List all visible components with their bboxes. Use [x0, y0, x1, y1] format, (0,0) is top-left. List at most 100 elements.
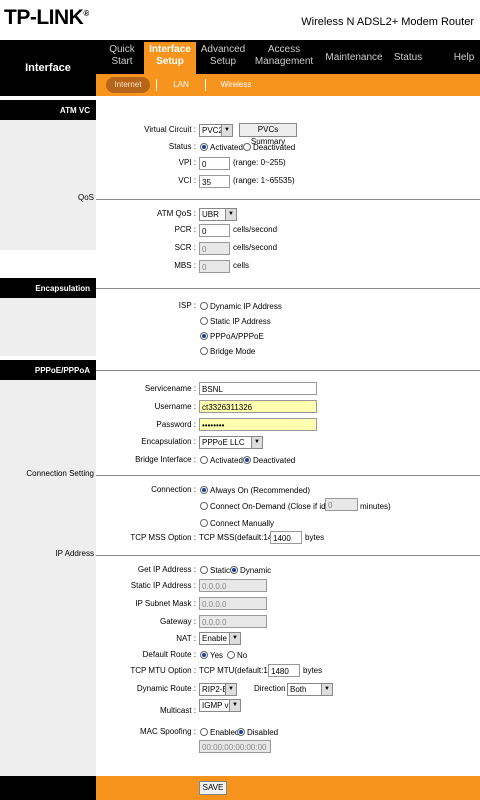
mtu-bytes-label: bytes [303, 666, 323, 675]
multicast-label: Multicast : [159, 706, 196, 715]
direction-select[interactable]: Both ▼ [287, 683, 333, 696]
conn-manual-radio[interactable] [200, 519, 208, 527]
vpi-input[interactable]: 0 [199, 157, 230, 170]
route-yes-label: Yes [210, 651, 224, 660]
sub-divider [156, 79, 157, 91]
isp-static-radio[interactable] [200, 317, 208, 325]
deactivated-label: Deactivated [253, 143, 296, 152]
isp-label: ISP : [178, 301, 196, 310]
vci-input[interactable]: 35 [199, 175, 230, 188]
dynamic-route-select[interactable]: RIP2-B ▼ [199, 683, 237, 696]
route-no-radio[interactable] [227, 651, 235, 659]
tcp-mss-input[interactable]: 1400 [270, 531, 302, 544]
conn-on-demand-radio[interactable] [200, 502, 208, 510]
mac-disabled-radio[interactable] [237, 728, 245, 736]
vci-label: VCI : [178, 176, 196, 185]
ip-dynamic-label: Dynamic [240, 566, 272, 575]
tcp-mtu-label: TCP MTU Option : [130, 666, 196, 675]
chevron-down-icon: ▼ [221, 125, 232, 136]
atm-qos-label: ATM QoS : [157, 209, 196, 218]
mac-address-input[interactable]: 00:00:00:00:00:00 [199, 740, 271, 753]
footer-left [0, 776, 96, 800]
status-activated-radio[interactable] [200, 143, 208, 151]
pcr-input[interactable]: 0 [199, 224, 230, 237]
nav-access-management[interactable]: Access Management [252, 44, 316, 74]
chevron-down-icon: ▼ [229, 633, 240, 644]
isp-dynamic-radio[interactable] [200, 302, 208, 310]
gateway-input[interactable]: 0.0.0.0 [199, 615, 267, 628]
divider [96, 475, 480, 476]
subnet-mask-input[interactable]: 0.0.0.0 [199, 597, 267, 610]
section-qos: QoS [77, 193, 94, 202]
multicast-select[interactable]: IGMP v1 ▼ [199, 699, 241, 712]
bridge-activated-label: Activated [210, 456, 243, 465]
section-title: Interface [25, 62, 71, 74]
product-name: Wireless N ADSL2+ Modem Router [301, 16, 474, 28]
isp-bridge-radio[interactable] [200, 347, 208, 355]
ip-static-label: Static [210, 566, 231, 575]
section-encapsulation: Encapsulation [0, 278, 96, 298]
mss-bytes-label: bytes [305, 533, 325, 542]
ip-static-radio[interactable] [200, 566, 208, 574]
section-ip-address: IP Address [55, 549, 94, 558]
activated-label: Activated [210, 143, 243, 152]
chevron-down-icon: ▼ [225, 209, 236, 220]
tcp-mtu-input[interactable]: 1480 [268, 664, 300, 677]
gateway-label: Gateway : [159, 617, 196, 626]
nav-maintenance[interactable]: Maintenance [322, 44, 386, 74]
dynamic-route-label: Dynamic Route : [136, 684, 196, 693]
nat-select[interactable]: Enable ▼ [199, 632, 241, 645]
nav-status[interactable]: Status [388, 44, 428, 74]
virtual-circuit-select[interactable]: PVC2 ▼ [199, 124, 233, 137]
section-connection-setting: Connection Setting [26, 469, 94, 478]
conn-always-on-radio[interactable] [200, 486, 208, 494]
mac-enabled-radio[interactable] [200, 728, 208, 736]
divider [96, 370, 480, 371]
sub-nav-bar [96, 74, 480, 96]
bridge-deactivated-radio[interactable] [243, 456, 251, 464]
save-button[interactable]: SAVE [199, 781, 227, 795]
isp-pppoe-radio[interactable] [200, 332, 208, 340]
subtab-wireless[interactable]: Wireless [214, 77, 258, 93]
encapsulation-select[interactable]: PPPoE LLC ▼ [199, 436, 263, 449]
password-input[interactable]: •••••••• [199, 418, 317, 431]
ip-dynamic-radio[interactable] [230, 566, 238, 574]
isp-bridge-label: Bridge Mode [210, 347, 256, 356]
sub-divider [205, 79, 206, 91]
idle-time-input[interactable]: 0 [325, 498, 358, 511]
servicename-label: Servicename : [144, 384, 196, 393]
pcr-unit: cells/second [233, 225, 278, 234]
section-pppoe: PPPoE/PPPoA [0, 360, 96, 380]
conn-on-demand-label: Connect On-Demand (Close if idle for [210, 502, 344, 511]
subtab-lan[interactable]: LAN [164, 77, 198, 93]
username-input[interactable]: ct3326311326 [199, 400, 317, 413]
vci-range: (range: 1~65535) [233, 176, 295, 185]
servicename-input[interactable]: BSNL [199, 382, 317, 395]
divider [96, 199, 480, 200]
chevron-down-icon: ▼ [321, 684, 332, 695]
section-atm-vc: ATM VC [0, 100, 96, 120]
username-label: Username : [154, 402, 196, 411]
mbs-input[interactable]: 0 [199, 260, 230, 273]
atm-qos-select[interactable]: UBR ▼ [199, 208, 237, 221]
vc-label: Virtual Circuit : [144, 125, 196, 134]
route-yes-radio[interactable] [200, 651, 208, 659]
bridge-activated-radio[interactable] [200, 456, 208, 464]
nav-interface-setup[interactable]: Interface Setup [144, 42, 196, 74]
nav-advanced-setup[interactable]: Advanced Setup [198, 44, 248, 74]
pvc-summary-button[interactable]: PVCs Summary [239, 123, 297, 146]
status-deactivated-radio[interactable] [243, 143, 251, 151]
scr-unit: cells/second [233, 243, 278, 252]
encapsulation-label: Encapsulation : [141, 437, 196, 446]
scr-input[interactable]: 0 [199, 242, 230, 255]
bridge-deactivated-label: Deactivated [253, 456, 296, 465]
chevron-down-icon: ▼ [251, 437, 262, 448]
chevron-down-icon: ▼ [229, 700, 240, 711]
status-label: Status : [168, 142, 196, 151]
tcp-mss-label: TCP MSS Option : [130, 533, 196, 542]
subtab-internet[interactable]: Internet [106, 77, 150, 93]
nav-quick-start[interactable]: Quick Start [100, 44, 144, 74]
default-route-label: Default Route : [142, 650, 196, 659]
nav-help[interactable]: Help [448, 44, 480, 74]
static-ip-input[interactable]: 0.0.0.0 [199, 579, 267, 592]
